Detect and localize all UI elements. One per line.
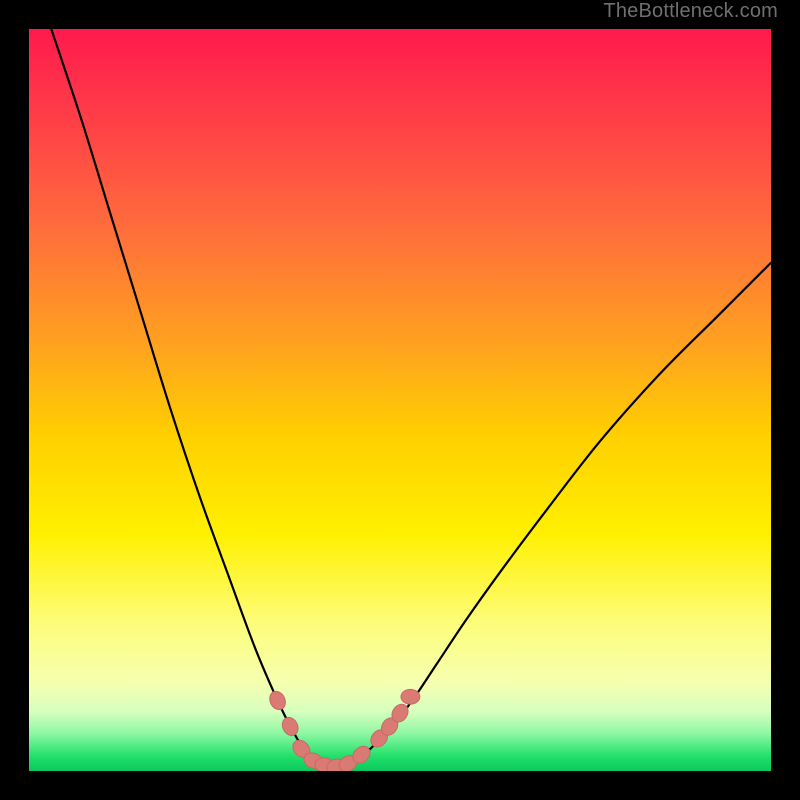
valley-marker [267,689,289,712]
valley-marker [279,715,301,739]
watermark-text: TheBottleneck.com [603,0,778,23]
outer-frame: TheBottleneck.com [0,0,800,800]
valley-markers-group [267,689,420,771]
markers-layer [29,29,771,771]
valley-marker [401,689,420,704]
